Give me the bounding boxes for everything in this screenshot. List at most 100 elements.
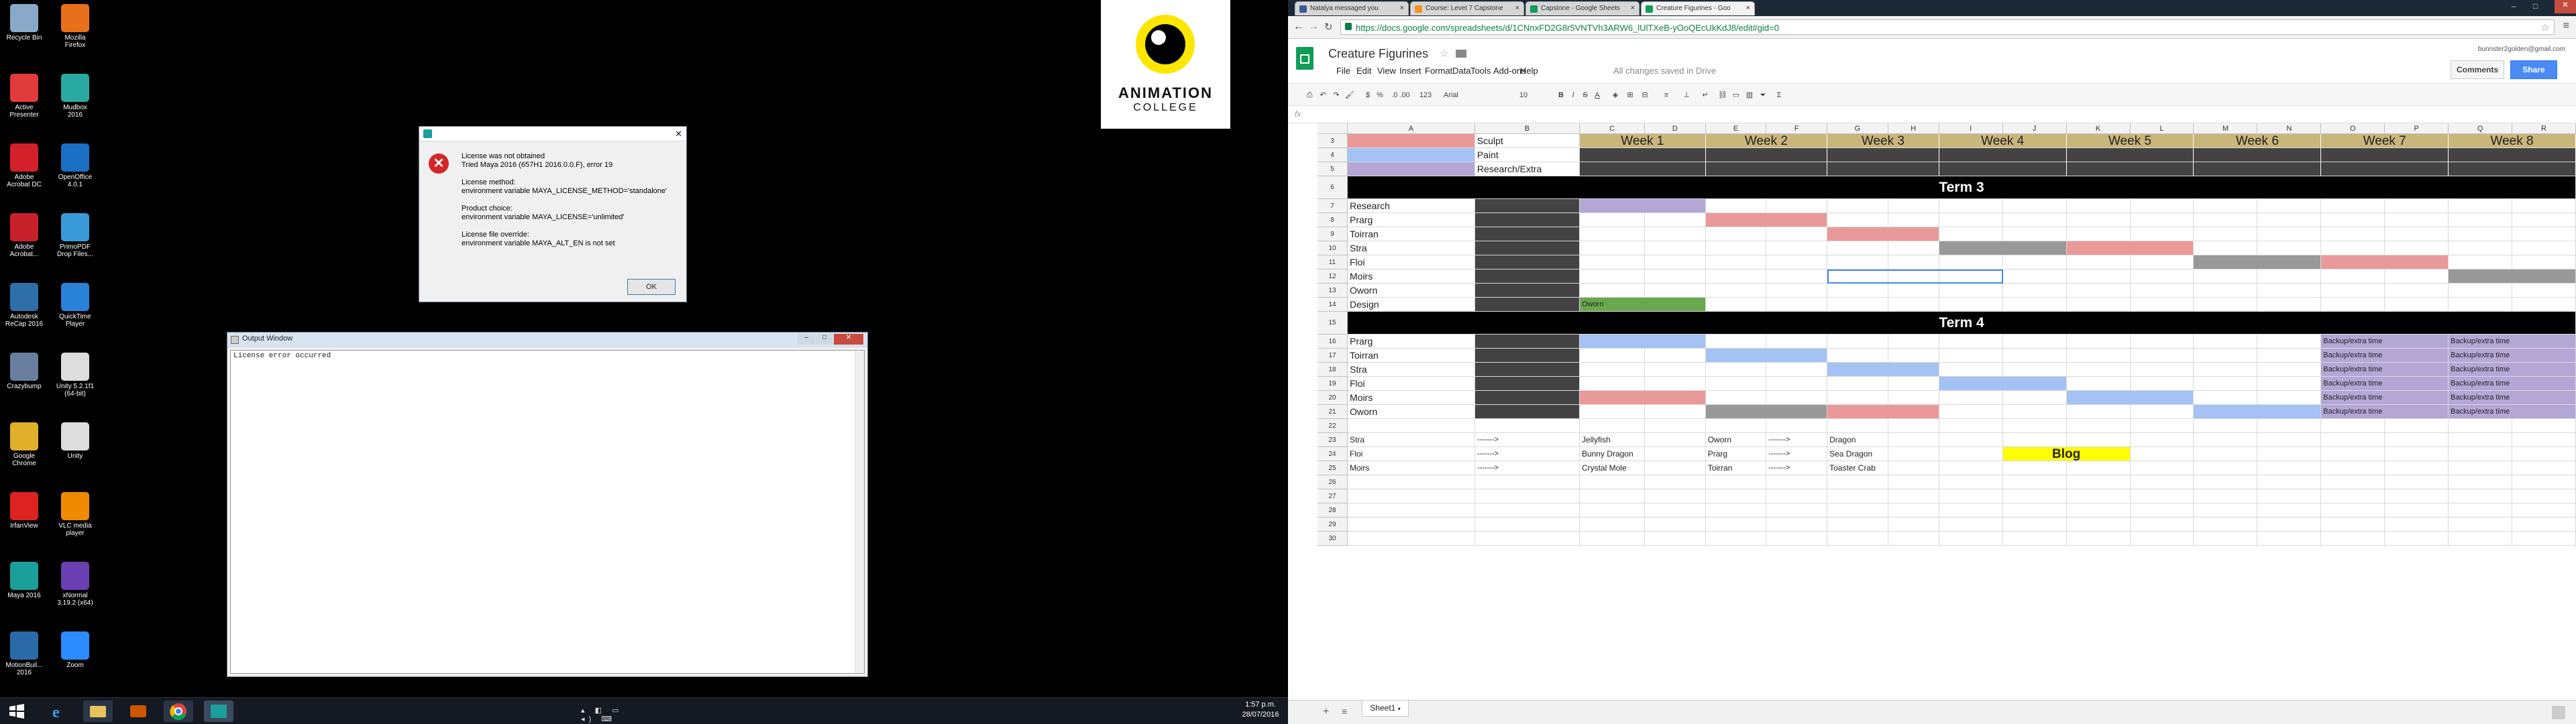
column-header-G[interactable]: G: [1827, 123, 1888, 134]
cell-K14[interactable]: [2066, 298, 2131, 312]
cell-O23[interactable]: [2321, 433, 2385, 447]
backup-cell[interactable]: Backup/extra time: [2449, 335, 2576, 349]
legend-label[interactable]: Paint: [1474, 148, 1580, 162]
cell-H27[interactable]: [1888, 489, 1939, 503]
share-button[interactable]: Share: [2510, 60, 2557, 79]
dark-cell[interactable]: [1474, 269, 1580, 284]
browser-tab[interactable]: Natalya messaged you ×: [1295, 1, 1409, 15]
cell-L16[interactable]: [2130, 335, 2194, 349]
media-player-icon[interactable]: [123, 701, 153, 722]
desktop-icon[interactable]: VLC media player: [55, 489, 95, 551]
cell-P25[interactable]: [2385, 461, 2449, 475]
cell-D11[interactable]: [1644, 255, 1706, 269]
cell-M27[interactable]: [2194, 489, 2258, 503]
cell-O8[interactable]: [2321, 213, 2385, 227]
row-header-17[interactable]: 17: [1318, 349, 1348, 363]
cell-N19[interactable]: [2257, 377, 2322, 391]
cell-K29[interactable]: [2066, 518, 2131, 532]
dark-cell[interactable]: [1474, 335, 1580, 349]
schedule-block[interactable]: [1705, 213, 1828, 227]
font-size-select[interactable]: 10: [1513, 89, 1534, 101]
ie-icon[interactable]: e: [43, 701, 72, 722]
row-header-14[interactable]: 14: [1318, 298, 1348, 312]
cell-F27[interactable]: [1766, 489, 1828, 503]
cell-K13[interactable]: [2066, 284, 2131, 298]
cell-M23[interactable]: [2194, 433, 2258, 447]
schedule-block[interactable]: [1705, 349, 1828, 363]
cell-M29[interactable]: [2194, 518, 2258, 532]
cell-O10[interactable]: [2321, 241, 2385, 255]
week-header[interactable]: Week 6: [2194, 134, 2322, 148]
dark-cell[interactable]: [2321, 148, 2449, 162]
cell-N16[interactable]: [2257, 335, 2322, 349]
cell-L24[interactable]: [2130, 447, 2194, 461]
valign-icon[interactable]: ⊥: [1681, 89, 1692, 101]
cell-O9[interactable]: [2321, 227, 2385, 241]
cell-I25[interactable]: [1939, 461, 2003, 475]
redo-icon[interactable]: ↷: [1331, 89, 1342, 101]
cell-M10[interactable]: [2194, 241, 2258, 255]
cell-F30[interactable]: [1766, 532, 1828, 546]
cell-E13[interactable]: [1705, 284, 1767, 298]
task-label[interactable]: Oworn: [1348, 284, 1475, 298]
week-header[interactable]: Week 1: [1579, 134, 1706, 148]
cell-E27[interactable]: [1705, 489, 1767, 503]
cell-G7[interactable]: [1827, 199, 1888, 213]
pair-creature[interactable]: Crystal Mole: [1580, 461, 1706, 475]
backup-cell[interactable]: Backup/extra time: [2449, 377, 2576, 391]
cell-O14[interactable]: [2321, 298, 2385, 312]
close-tab-icon[interactable]: ×: [1400, 4, 1404, 12]
cell-G30[interactable]: [1827, 532, 1888, 546]
cell-L17[interactable]: [2130, 349, 2194, 363]
menu-icon[interactable]: ≡: [2563, 20, 2569, 32]
cell-K7[interactable]: [2066, 199, 2131, 213]
dark-cell[interactable]: [1474, 255, 1580, 269]
row-header-3[interactable]: 3: [1318, 134, 1348, 148]
cell-J26[interactable]: [2002, 475, 2067, 489]
dark-cell[interactable]: [2449, 162, 2576, 176]
cell-C21[interactable]: [1579, 405, 1645, 419]
cell-P13[interactable]: [2385, 284, 2449, 298]
desktop-icon[interactable]: Zoom: [55, 629, 95, 690]
cell-A29[interactable]: [1348, 518, 1475, 532]
dark-cell[interactable]: [2066, 162, 2194, 176]
row-header-19[interactable]: 19: [1318, 377, 1348, 391]
cell-E10[interactable]: [1705, 241, 1767, 255]
column-header-E[interactable]: E: [1705, 123, 1767, 134]
cell-D27[interactable]: [1644, 489, 1706, 503]
cell-J27[interactable]: [2002, 489, 2067, 503]
cell-L29[interactable]: [2130, 518, 2194, 532]
clock-time[interactable]: 1:57 p.m.: [1237, 701, 1284, 709]
close-tab-icon[interactable]: ×: [1631, 4, 1635, 12]
cell-A30[interactable]: [1348, 532, 1475, 546]
cell-A26[interactable]: [1348, 475, 1475, 489]
column-header-D[interactable]: D: [1644, 123, 1706, 134]
cell-O13[interactable]: [2321, 284, 2385, 298]
pair-name[interactable]: Toirran: [1706, 461, 1767, 475]
row-header-10[interactable]: 10: [1318, 241, 1348, 255]
pair-creature[interactable]: Jellyfish: [1580, 433, 1706, 447]
cell-F7[interactable]: [1766, 199, 1828, 213]
add-sheet-icon[interactable]: +: [1323, 706, 1329, 718]
desktop-icon[interactable]: Mozilla Firefox: [55, 1, 95, 63]
menu-insert[interactable]: Insert: [1399, 66, 1421, 76]
cell-E7[interactable]: [1705, 199, 1767, 213]
pair-arrow[interactable]: ------->: [1475, 447, 1580, 461]
dark-cell[interactable]: [1474, 241, 1580, 255]
cell-L26[interactable]: [2130, 475, 2194, 489]
desktop-icon[interactable]: Autodesk ReCap 2016: [4, 280, 44, 342]
column-header-Q[interactable]: Q: [2449, 123, 2513, 134]
cell-Q24[interactable]: [2449, 447, 2513, 461]
column-header-B[interactable]: B: [1474, 123, 1580, 134]
schedule-block[interactable]: [1827, 405, 1939, 419]
task-label[interactable]: Prarg: [1348, 213, 1475, 227]
column-header-K[interactable]: K: [2066, 123, 2131, 134]
cell-O24[interactable]: [2321, 447, 2385, 461]
minimize-icon[interactable]: ‒: [2512, 1, 2516, 11]
cell-F11[interactable]: [1766, 255, 1828, 269]
row-header-30[interactable]: 30: [1318, 532, 1348, 546]
menu-edit[interactable]: Edit: [1356, 66, 1371, 76]
row-header-12[interactable]: 12: [1318, 269, 1348, 284]
paint-format-icon[interactable]: 🖌: [1344, 89, 1355, 101]
cell-F10[interactable]: [1766, 241, 1828, 255]
